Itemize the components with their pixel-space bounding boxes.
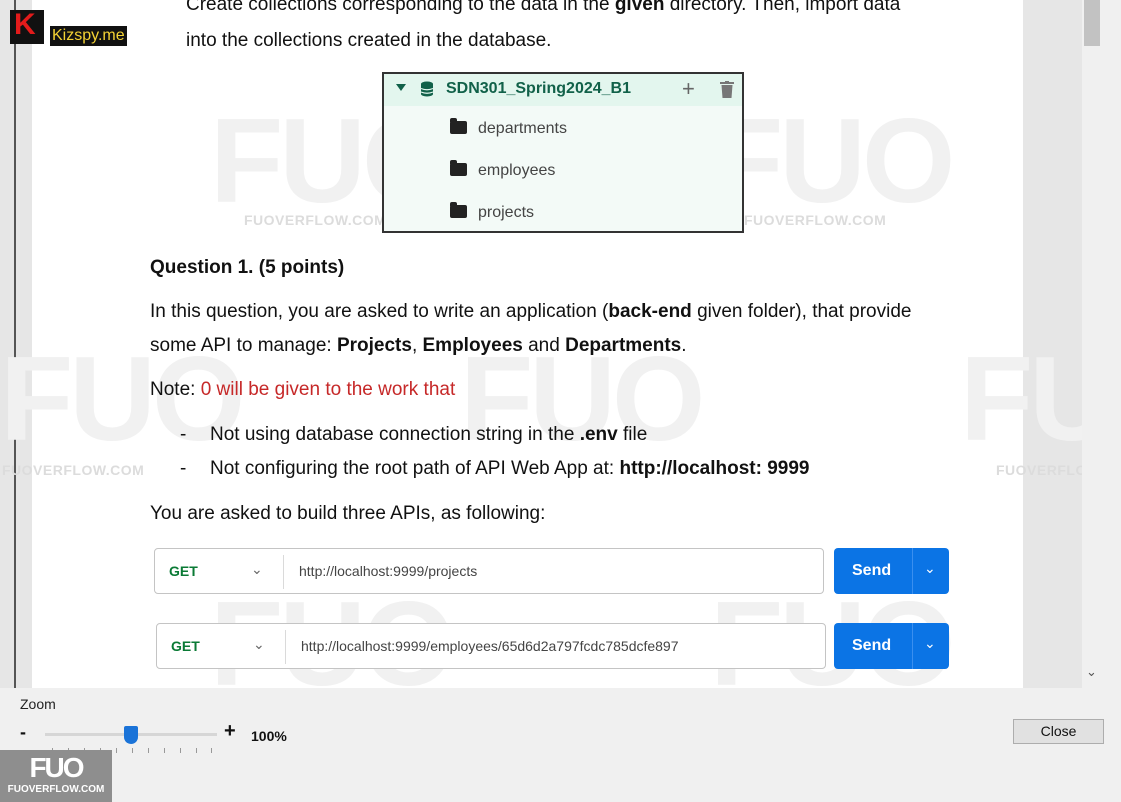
- kizspy-logo-text: Kizspy.me: [50, 26, 127, 46]
- close-button[interactable]: Close: [1013, 719, 1104, 744]
- http-method: GET: [171, 638, 200, 654]
- bullet-dash: -: [180, 458, 187, 479]
- request-url: http://localhost:9999/projects: [299, 563, 478, 579]
- paragraph-line-2: some API to manage: Projects, Employees …: [150, 335, 687, 356]
- zoom-label: Zoom: [20, 696, 56, 712]
- watermark-text: FUOVERFLOW.COM: [744, 212, 887, 228]
- database-name: SDN301_Spring2024_B1: [446, 80, 631, 97]
- watermark-text: FUOVERFLOW.COM: [2, 462, 145, 478]
- apis-intro: You are asked to build three APIs, as fo…: [150, 503, 546, 524]
- zoom-slider-thumb[interactable]: [124, 726, 138, 744]
- watermark-text: FUOVERFLOW.COM: [244, 212, 387, 228]
- zoom-in-button[interactable]: +: [224, 720, 236, 743]
- database-tree-screenshot: SDN301_Spring2024_B1 + departments emplo…: [382, 72, 744, 233]
- database-icon: [420, 81, 434, 97]
- chevron-down-icon: ⌄: [924, 635, 936, 651]
- document-viewport[interactable]: FUO FUO FUO FUO FUO FUO FUO FUOVERFLOW.C…: [0, 0, 1102, 688]
- fuo-logo: FUO FUOVERFLOW.COM: [0, 750, 112, 802]
- folder-icon: [450, 160, 467, 176]
- chevron-down-icon: ⌄: [924, 560, 936, 576]
- folder-icon: [450, 202, 467, 218]
- request-url: http://localhost:9999/employees/65d6d2a7…: [301, 638, 679, 654]
- scroll-down-arrow-icon[interactable]: ⌄: [1086, 664, 1097, 680]
- watermark-logo: FUO: [960, 332, 1102, 466]
- bullet-item: Not using database connection string in …: [210, 424, 648, 445]
- add-collection-icon: +: [682, 76, 695, 101]
- note-line: Note: 0 will be given to the work that: [150, 379, 456, 400]
- collection-item: projects: [450, 202, 534, 222]
- kizspy-logo-letter: K: [14, 8, 36, 41]
- expand-caret-icon: [396, 84, 406, 91]
- trash-icon: [720, 81, 734, 98]
- intro-line-2: into the collections created in the data…: [186, 30, 552, 51]
- question-title: Question 1. (5 points): [150, 257, 345, 278]
- bullet-item: Not configuring the root path of API Web…: [210, 458, 810, 479]
- vertical-scrollbar[interactable]: ⌄: [1082, 0, 1102, 688]
- watermark-logo: FUO: [710, 94, 955, 228]
- divider: [283, 555, 284, 589]
- send-label: Send: [852, 637, 892, 654]
- database-row: SDN301_Spring2024_B1 +: [384, 74, 742, 106]
- send-label: Send: [852, 562, 892, 579]
- fuo-logo-site: FUOVERFLOW.COM: [7, 784, 105, 795]
- send-button: Send ⌄: [834, 548, 949, 594]
- divider: [912, 623, 913, 669]
- collection-item: employees: [450, 160, 555, 180]
- http-method: GET: [169, 563, 198, 579]
- chevron-down-icon: ⌄: [253, 636, 265, 652]
- fuo-logo-mark: FUO: [29, 752, 84, 783]
- chevron-down-icon: ⌄: [251, 561, 263, 577]
- bullet-dash: -: [180, 424, 187, 445]
- intro-line-1: Create collections corresponding to the …: [186, 0, 901, 15]
- folder-icon: [450, 118, 467, 134]
- send-button: Send ⌄: [834, 623, 949, 669]
- api-request-bar: GET ⌄ http://localhost:9999/projects: [154, 548, 824, 594]
- zoom-value: 100%: [251, 728, 287, 744]
- paragraph-line-1: In this question, you are asked to write…: [150, 301, 912, 322]
- collection-item: departments: [450, 118, 567, 138]
- scrollbar-thumb[interactable]: [1084, 0, 1100, 46]
- divider: [912, 548, 913, 594]
- divider: [285, 630, 286, 664]
- api-request-bar: GET ⌄ http://localhost:9999/employees/65…: [156, 623, 826, 669]
- zoom-out-button[interactable]: -: [20, 722, 26, 743]
